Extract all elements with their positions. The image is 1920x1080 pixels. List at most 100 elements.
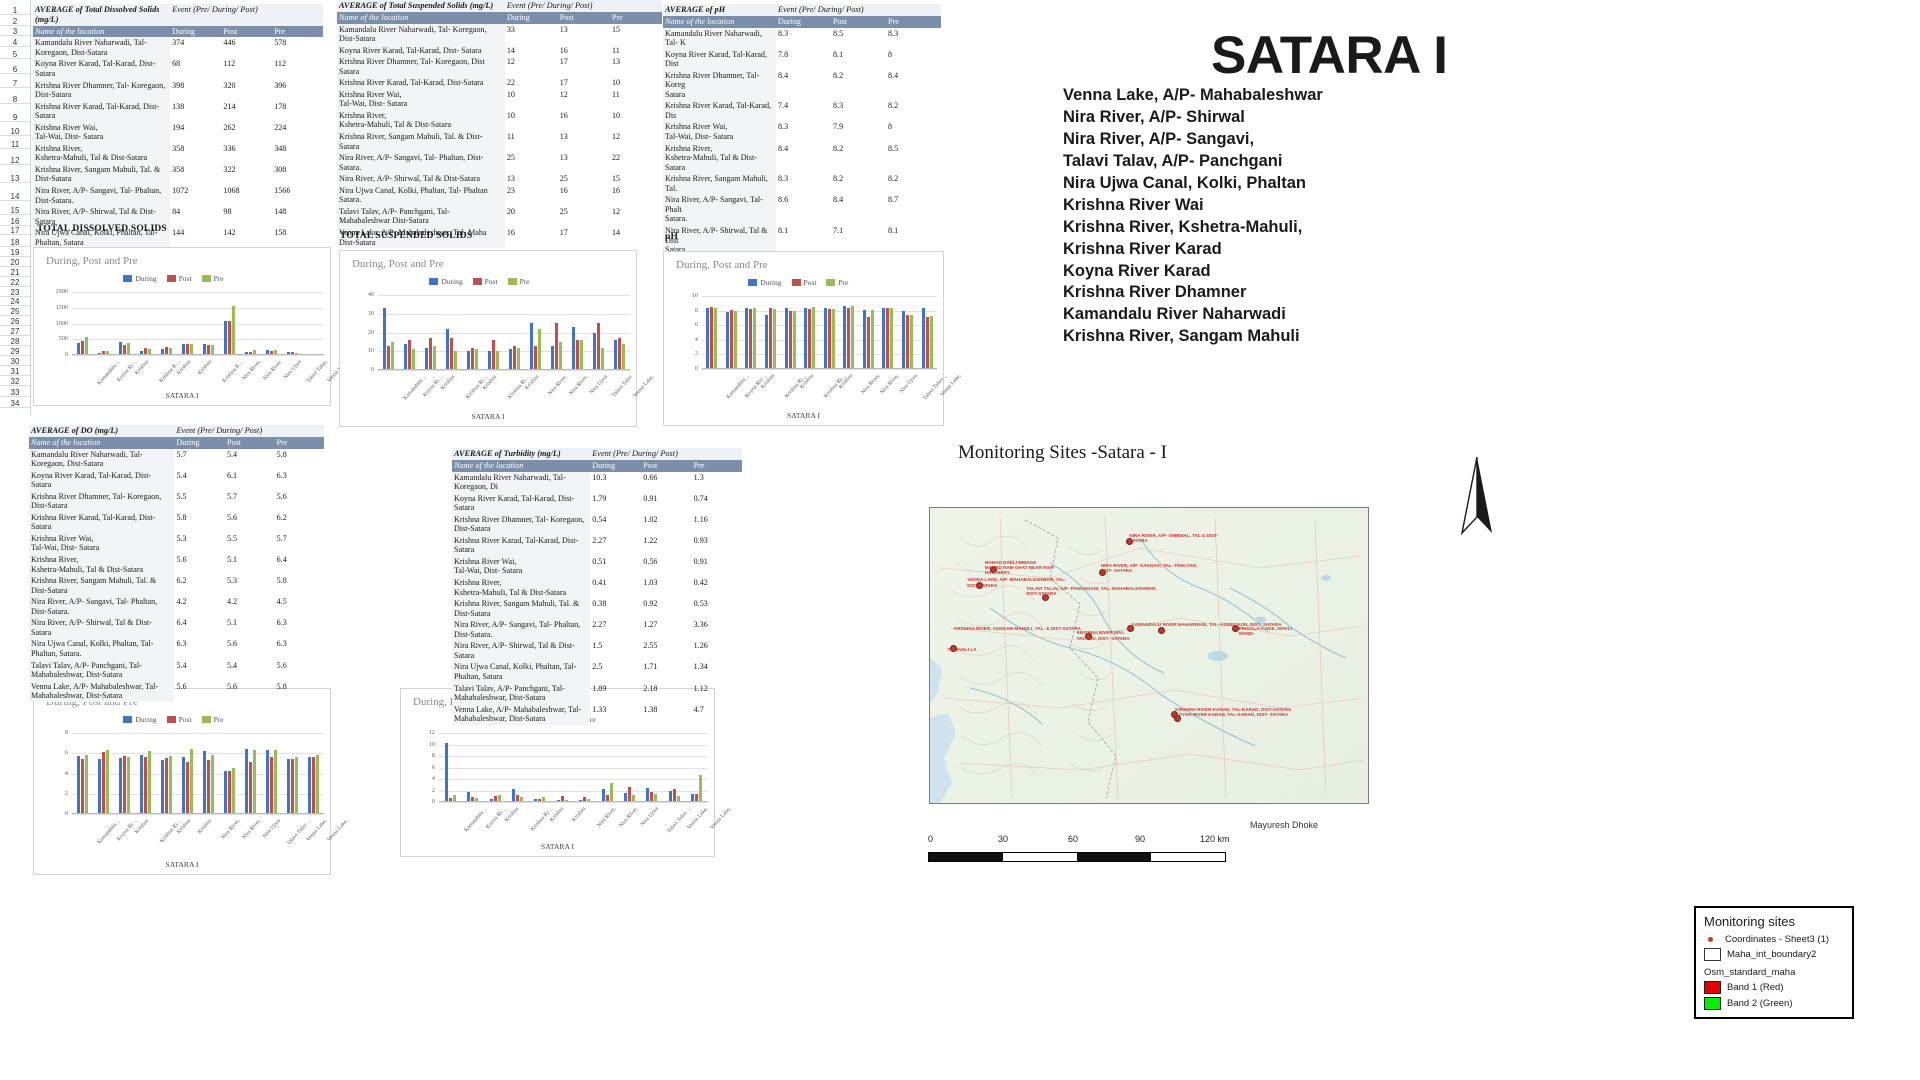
row-divider [0, 335, 30, 336]
bar-post [249, 762, 252, 814]
legend-item[interactable]: Pre [826, 278, 848, 287]
map-site-marker[interactable] [1157, 627, 1165, 635]
y-axis-tick-label: 0 [64, 810, 68, 817]
cell-pre: 8.2 [888, 101, 899, 111]
legend-item[interactable]: Pre [201, 274, 224, 283]
legend-item[interactable]: Post [791, 278, 816, 287]
legend-item[interactable]: Post [166, 715, 192, 724]
bar-group [484, 733, 506, 802]
cell-pre: 5.6 [276, 491, 287, 501]
bar-during [119, 758, 122, 814]
table-row: Venna Lake, A/P- Mahabaleshwar, Tal- Mah… [452, 703, 742, 725]
bar-group [573, 733, 595, 802]
bar-during [614, 340, 617, 370]
bar-group [72, 733, 93, 814]
chart-bars [702, 296, 937, 369]
cell-pre: 8.2 [888, 174, 899, 184]
column-header-location: Name of the location [452, 459, 591, 472]
chart-gridline [702, 369, 937, 370]
column-header-location: Name of the location [663, 15, 776, 28]
bar-post [144, 757, 147, 814]
cell-post: 214 [223, 101, 236, 111]
bar-pre [812, 306, 816, 369]
cell-location: Kamandalu River Naharwadi, Tal- Koregaon… [29, 448, 175, 470]
cell-pre: 6.3 [276, 639, 287, 649]
cell-during: 8.3 [778, 28, 789, 38]
legend-item[interactable]: During [123, 274, 157, 283]
bar-during [784, 308, 788, 369]
legend-label: Post [484, 277, 498, 286]
cell-pre: 0.74 [693, 493, 708, 503]
bar-pre [580, 340, 583, 370]
bar-group [567, 295, 588, 370]
cell-during: 11 [506, 132, 515, 142]
cell-location: Koyna River Karad, Tal-Karad, Dist- Sata… [452, 492, 591, 514]
bar-during [823, 308, 827, 369]
bar-during [383, 308, 386, 370]
legend-swatch [748, 279, 758, 286]
legend-item[interactable]: During [123, 715, 157, 724]
chart-ph: During, Post and Pre During Post Pre 0 2 4 6 8 10… [663, 251, 963, 426]
cell-during: 8.4 [778, 143, 789, 153]
table-row: Krishna River, Sangam Mahuli, Tal. & Dis… [452, 598, 742, 620]
cell-during: 2.27 [592, 620, 607, 630]
bar-group [663, 733, 685, 802]
legend-item[interactable]: During [748, 278, 782, 287]
monitoring-sites-map[interactable]: NIRA RIVER, A/P- SHIRWAL, TAL & DIST- SA… [929, 507, 1369, 804]
cell-during: 0.51 [592, 556, 607, 566]
bar-during [446, 328, 449, 370]
cell-post: 1068 [223, 186, 240, 195]
legend-label: During [441, 277, 463, 286]
chart-gridline [439, 802, 708, 803]
table-row: Venna Lake, A/P- Mahabaleshwar, Tal- Mah… [29, 680, 324, 702]
map-site-label: TALAVI TALAV, A/P- PANCHGANI, TAL- MAHAB… [1026, 586, 1157, 597]
legend-item[interactable]: Pre [507, 277, 530, 286]
bar-pre [517, 347, 520, 370]
cell-pre: 5.6 [276, 660, 287, 670]
legend-item[interactable]: Post [166, 274, 192, 283]
table-row: Koyna River Karad, Tal-Karad, Dist- Sata… [452, 492, 742, 514]
column-header-pre: Pre [274, 436, 324, 449]
bar-post [513, 345, 516, 370]
legend-item[interactable]: Post [472, 277, 498, 286]
row-divider [0, 325, 30, 326]
bar-pre [253, 750, 256, 814]
row-divider [0, 214, 30, 215]
bar-pre [85, 336, 88, 355]
cell-location: Venna Lake, A/P- Mahabaleshwar, Tal- Mah… [452, 703, 591, 725]
cell-post: 1.02 [643, 514, 658, 524]
bar-group [177, 733, 198, 814]
x-axis-labels: Kamandalu… Koyna Ri… Krishna Krishna R… Kris… [72, 357, 349, 391]
row-divider [0, 200, 30, 201]
bar-group [461, 733, 483, 802]
bar-post [81, 759, 84, 814]
row-divider [0, 148, 30, 149]
legend-swatch [201, 716, 211, 723]
bar-during [804, 307, 808, 369]
legend-item[interactable]: During [429, 277, 463, 286]
y-axis-tick-label: 20 [367, 328, 374, 336]
cell-pre: 4.5 [276, 597, 287, 607]
chart-gridline [72, 814, 324, 815]
bar-group [800, 296, 820, 369]
legend-item[interactable]: Pre [201, 715, 224, 724]
bar-group [702, 296, 722, 369]
legend-label: Pre [213, 715, 224, 724]
legend-swatch [166, 716, 176, 723]
cell-location: Kamandalu River Naharwadi, Tal- Koregaon… [33, 37, 171, 59]
cell-post: 5.3 [226, 576, 238, 586]
y-axis-tick-label: 4 [694, 335, 698, 343]
bar-group [198, 292, 219, 355]
cell-during: 2.5 [592, 662, 603, 672]
bar-post [102, 752, 105, 814]
cell-location: Krishna River Wai, Tal-Wai, Dist- Satara [663, 121, 776, 143]
bar-pre [211, 755, 214, 814]
cell-during: 14 [506, 45, 515, 55]
row-divider [0, 87, 30, 88]
bar-during [765, 314, 769, 369]
row-divider [0, 14, 30, 15]
bar-pre [454, 351, 457, 370]
section-label-ph: pH [665, 232, 679, 242]
bar-post [81, 340, 84, 355]
bar-post [228, 771, 231, 814]
